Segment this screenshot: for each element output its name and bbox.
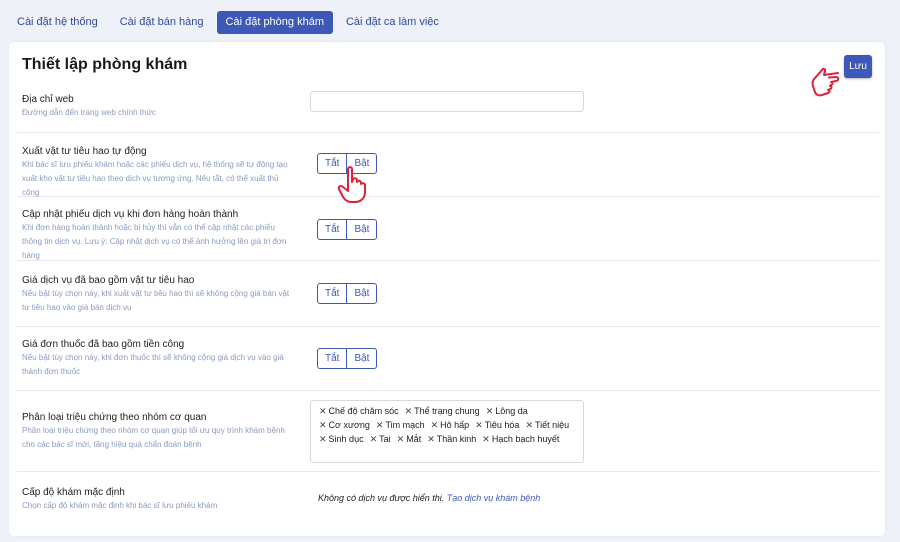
setting-desc: Chọn cấp độ khám mặc định khi bác sĩ lưu… [22,501,218,510]
tag-label: Thể trạng chung [414,406,480,416]
tab-clinic-settings[interactable]: Cài đặt phòng khám [216,11,333,34]
setting-label: Địa chỉ web [22,94,74,105]
setting-row-auto-export: Xuất vật tư tiêu hao tự động Khi bác sĩ … [17,133,879,197]
setting-row-update-service: Cập nhật phiếu dịch vụ khi đơn hàng hoàn… [17,197,879,261]
close-icon[interactable]: ✕ [370,434,378,445]
tag-label: Chế độ chăm sóc [328,406,399,416]
toggle-on-button[interactable]: Bật [346,348,378,369]
close-icon[interactable]: ✕ [397,434,405,445]
tag-item[interactable]: ✕ Mắt [397,432,422,446]
settings-tabs: Cài đặt hệ thống Cài đặt bán hàng Cài đặ… [8,11,448,34]
setting-desc: Khi bác sĩ lưu phiếu khám hoặc các phiếu… [22,160,288,197]
tag-label: Tiêu hóa [484,420,520,430]
toggle-on-button[interactable]: Bật [346,219,378,240]
clinic-settings-card: Thiết lập phòng khám Lưu Địa chỉ web Đườ… [9,42,885,536]
update-service-toggle: Tắt Bật [317,219,378,240]
hand-pointing-left-icon [811,67,840,97]
page-title: Thiết lập phòng khám [22,56,188,73]
empty-services-message: Không có dịch vụ được hiển thị. Tạo dịch… [318,493,540,503]
prescription-price-toggle: Tắt Bật [317,348,378,369]
tab-system-settings[interactable]: Cài đặt hệ thống [8,11,107,34]
setting-row-service-price: Giá dịch vụ đã bao gồm vật tư tiêu hao N… [17,261,879,327]
close-icon[interactable]: ✕ [427,434,435,445]
setting-label: Giá đơn thuốc đã bao gồm tiền công [22,339,185,350]
tag-item[interactable]: ✕ Hô hấp [431,418,470,432]
tag-label: Tim mạch [385,420,425,430]
toggle-off-button[interactable]: Tắt [317,283,348,304]
close-icon[interactable]: ✕ [475,420,483,431]
tag-label: Lông da [495,406,528,416]
setting-desc: Phân loại triệu chứng theo nhóm cơ quan … [22,426,285,449]
setting-label: Phân loại triệu chứng theo nhóm cơ quan [22,412,207,423]
setting-label: Xuất vật tư tiêu hao tự động [22,146,147,157]
close-icon[interactable]: ✕ [431,420,439,431]
tag-label: Cơ xương [328,420,370,430]
tag-item[interactable]: ✕ Lông da [486,404,528,418]
empty-text: Không có dịch vụ được hiển thị. [318,493,445,503]
tag-item[interactable]: ✕ Chế độ chăm sóc [319,404,399,418]
service-price-toggle: Tắt Bật [317,283,378,304]
tab-sales-settings[interactable]: Cài đặt bán hàng [111,11,213,34]
close-icon[interactable]: ✕ [405,406,413,417]
tag-item[interactable]: ✕ Hạch bạch huyết [482,432,559,446]
setting-desc: Nếu bật tùy chọn này, khi đơn thuốc thì … [22,353,284,376]
close-icon[interactable]: ✕ [525,420,533,431]
tag-item[interactable]: ✕ Thể trạng chung [405,404,480,418]
create-exam-service-link[interactable]: Tạo dịch vụ khám bệnh [447,493,541,503]
tab-shift-settings[interactable]: Cài đặt ca làm việc [337,11,448,34]
tag-label: Hô hấp [440,420,470,430]
setting-row-prescription-price: Giá đơn thuốc đã bao gồm tiền công Nếu b… [17,327,879,391]
tag-label: Tai [379,434,391,444]
tag-label: Hạch bạch huyết [491,434,560,444]
save-button[interactable]: Lưu [844,55,872,78]
close-icon[interactable]: ✕ [376,420,384,431]
hand-pointing-up-icon [337,166,366,203]
close-icon[interactable]: ✕ [486,406,494,417]
close-icon[interactable]: ✕ [319,434,327,445]
toggle-off-button[interactable]: Tắt [317,219,348,240]
setting-label: Giá dịch vụ đã bao gồm vật tư tiêu hao [22,275,195,286]
tag-label: Mắt [406,434,422,444]
setting-label: Cấp độ khám mặc định [22,487,125,498]
tag-label: Thần kinh [436,434,477,444]
tag-item[interactable]: ✕ Cơ xương [319,418,370,432]
tag-label: Tiết niệu [534,420,570,430]
close-icon[interactable]: ✕ [482,434,490,445]
setting-desc: Nếu bật tùy chọn này, khi xuất vật tư ti… [22,289,290,312]
tag-item[interactable]: ✕ Thần kinh [427,432,476,446]
toggle-off-button[interactable]: Tắt [317,348,348,369]
tag-item[interactable]: ✕ Tai [370,432,391,446]
web-address-input[interactable] [310,91,584,112]
setting-label: Cập nhật phiếu dịch vụ khi đơn hàng hoàn… [22,209,239,220]
symptom-group-select[interactable]: ✕ Chế độ chăm sóc ✕ Thể trạng chung ✕ Lông … [310,400,584,463]
setting-desc: Khi đơn hàng hoàn thành hoặc bị hủy thì … [22,223,287,260]
tag-item[interactable]: ✕ Tiết niệu [525,418,569,432]
tag-item[interactable]: ✕ Tim mạch [376,418,425,432]
tag-item[interactable]: ✕ Tiêu hóa [475,418,519,432]
setting-desc: Đường dẫn đến trang web chính thức [22,108,156,117]
toggle-on-button[interactable]: Bật [346,283,378,304]
tag-label: Sinh dục [328,434,364,444]
close-icon[interactable]: ✕ [319,420,327,431]
tag-item[interactable]: ✕ Sinh dục [319,432,364,446]
close-icon[interactable]: ✕ [319,406,327,417]
